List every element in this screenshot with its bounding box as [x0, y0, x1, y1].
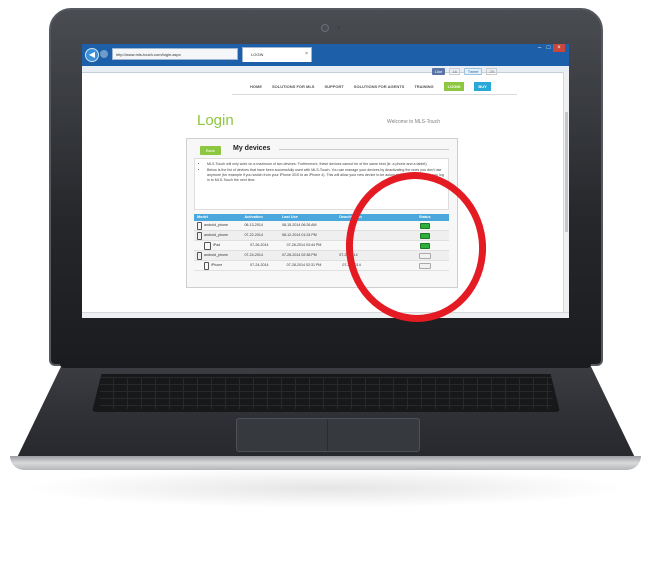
cell-last-use: 07-28-2014 02:38 PM — [281, 253, 317, 257]
laptop-screen: ◀ http://www.mls-touch.com/login.aspx LO… — [82, 44, 569, 318]
phone-icon — [197, 251, 202, 260]
cell-activation: 07-24-2014 — [250, 263, 269, 267]
header-activation: Activation — [244, 215, 263, 219]
nav-item-solutions-agents[interactable]: SOLUTIONS FOR AGENTS — [354, 84, 405, 89]
close-icon[interactable]: × — [553, 44, 565, 52]
nav-item-support[interactable]: SUPPORT — [324, 84, 343, 89]
tab-close-icon[interactable]: × — [305, 48, 308, 61]
header-last-use: Last Use — [281, 215, 298, 219]
horizontal-scrollbar[interactable] — [82, 312, 569, 318]
cell-activation: 06-13-2014 — [244, 223, 263, 227]
tab-title: LOGIN — [251, 52, 264, 57]
cell-model: android_phone — [194, 221, 244, 230]
back-arrow-icon[interactable]: ◀ — [85, 48, 99, 62]
cell-model: iPad — [194, 241, 250, 250]
address-bar[interactable]: http://www.mls-touch.com/login.aspx — [112, 48, 238, 60]
model-label: android_phone — [204, 223, 228, 227]
laptop-hinge — [60, 362, 591, 368]
like-count: 16 — [449, 68, 460, 75]
section-title: My devices — [233, 145, 271, 152]
phone-icon — [197, 231, 202, 240]
browser-titlebar: ◀ http://www.mls-touch.com/login.aspx LO… — [82, 44, 569, 66]
nav-item-solutions-mls[interactable]: SOLUTIONS FOR MLS — [272, 84, 314, 89]
laptop-shadow — [20, 468, 631, 508]
page-title: Login — [197, 112, 234, 129]
phone-icon — [197, 221, 202, 230]
model-label: android_phone — [204, 253, 228, 257]
nav-item-training[interactable]: TRAINING — [414, 84, 433, 89]
back-button[interactable]: Back — [200, 146, 221, 155]
phone-icon — [204, 261, 209, 270]
forward-arrow-icon[interactable] — [100, 50, 108, 58]
laptop-keyboard — [92, 374, 560, 412]
facebook-like-button[interactable]: Like — [432, 68, 446, 75]
cell-last-use: 07-28-2014 02:31 PM — [286, 263, 322, 267]
keyboard-keys — [100, 377, 552, 409]
webcam-led — [337, 26, 340, 29]
browser-tab[interactable]: LOGIN × — [242, 47, 312, 62]
social-buttons: Like 16 Tweet 29 — [432, 68, 497, 75]
tweet-count: 29 — [486, 68, 497, 75]
cell-activation: 07-22-2014 — [244, 233, 263, 237]
vertical-scrollbar[interactable] — [563, 72, 569, 318]
laptop-touchpad — [236, 418, 420, 452]
info-item: MLS-Touch will only work on a maximum of… — [207, 162, 444, 167]
cell-model: android_phone — [194, 231, 244, 240]
section-divider — [279, 149, 449, 150]
tweet-button[interactable]: Tweet — [463, 68, 483, 75]
cell-activation: 07-24-2014 — [244, 253, 263, 257]
scrollbar-thumb[interactable] — [565, 112, 568, 232]
header-model: Model — [197, 215, 208, 219]
login-button[interactable]: LOGIN — [443, 82, 465, 91]
nav-divider — [232, 94, 517, 95]
cell-last-use: 07-26-2014 03:44 PM — [286, 243, 322, 247]
tablet-icon — [204, 241, 211, 250]
webcam-icon — [321, 24, 329, 32]
welcome-text: Welcome to MLS-Touch — [387, 119, 440, 125]
cell-activation: 07-26-2014 — [250, 243, 269, 247]
buy-button[interactable]: BUY — [474, 82, 491, 91]
cell-model: android_phone — [194, 251, 244, 260]
model-label: iPad — [213, 243, 221, 247]
model-label: iPhone — [211, 263, 223, 267]
cell-model: iPhone — [194, 261, 250, 270]
window-controls: – □ × — [535, 44, 565, 53]
cell-last-use: 08-15-2014 06:26 AM — [281, 223, 317, 227]
maximize-icon[interactable]: □ — [544, 44, 553, 52]
main-nav: HOME SOLUTIONS FOR MLS SUPPORT SOLUTIONS… — [250, 82, 491, 91]
nav-item-home[interactable]: HOME — [250, 84, 262, 89]
minimize-icon[interactable]: – — [535, 44, 544, 52]
touchpad-divider — [327, 419, 328, 451]
laptop-base-rim — [10, 456, 641, 470]
model-label: android_phone — [204, 233, 228, 237]
cell-last-use: 08-12-2014 01:24 PM — [281, 233, 317, 237]
